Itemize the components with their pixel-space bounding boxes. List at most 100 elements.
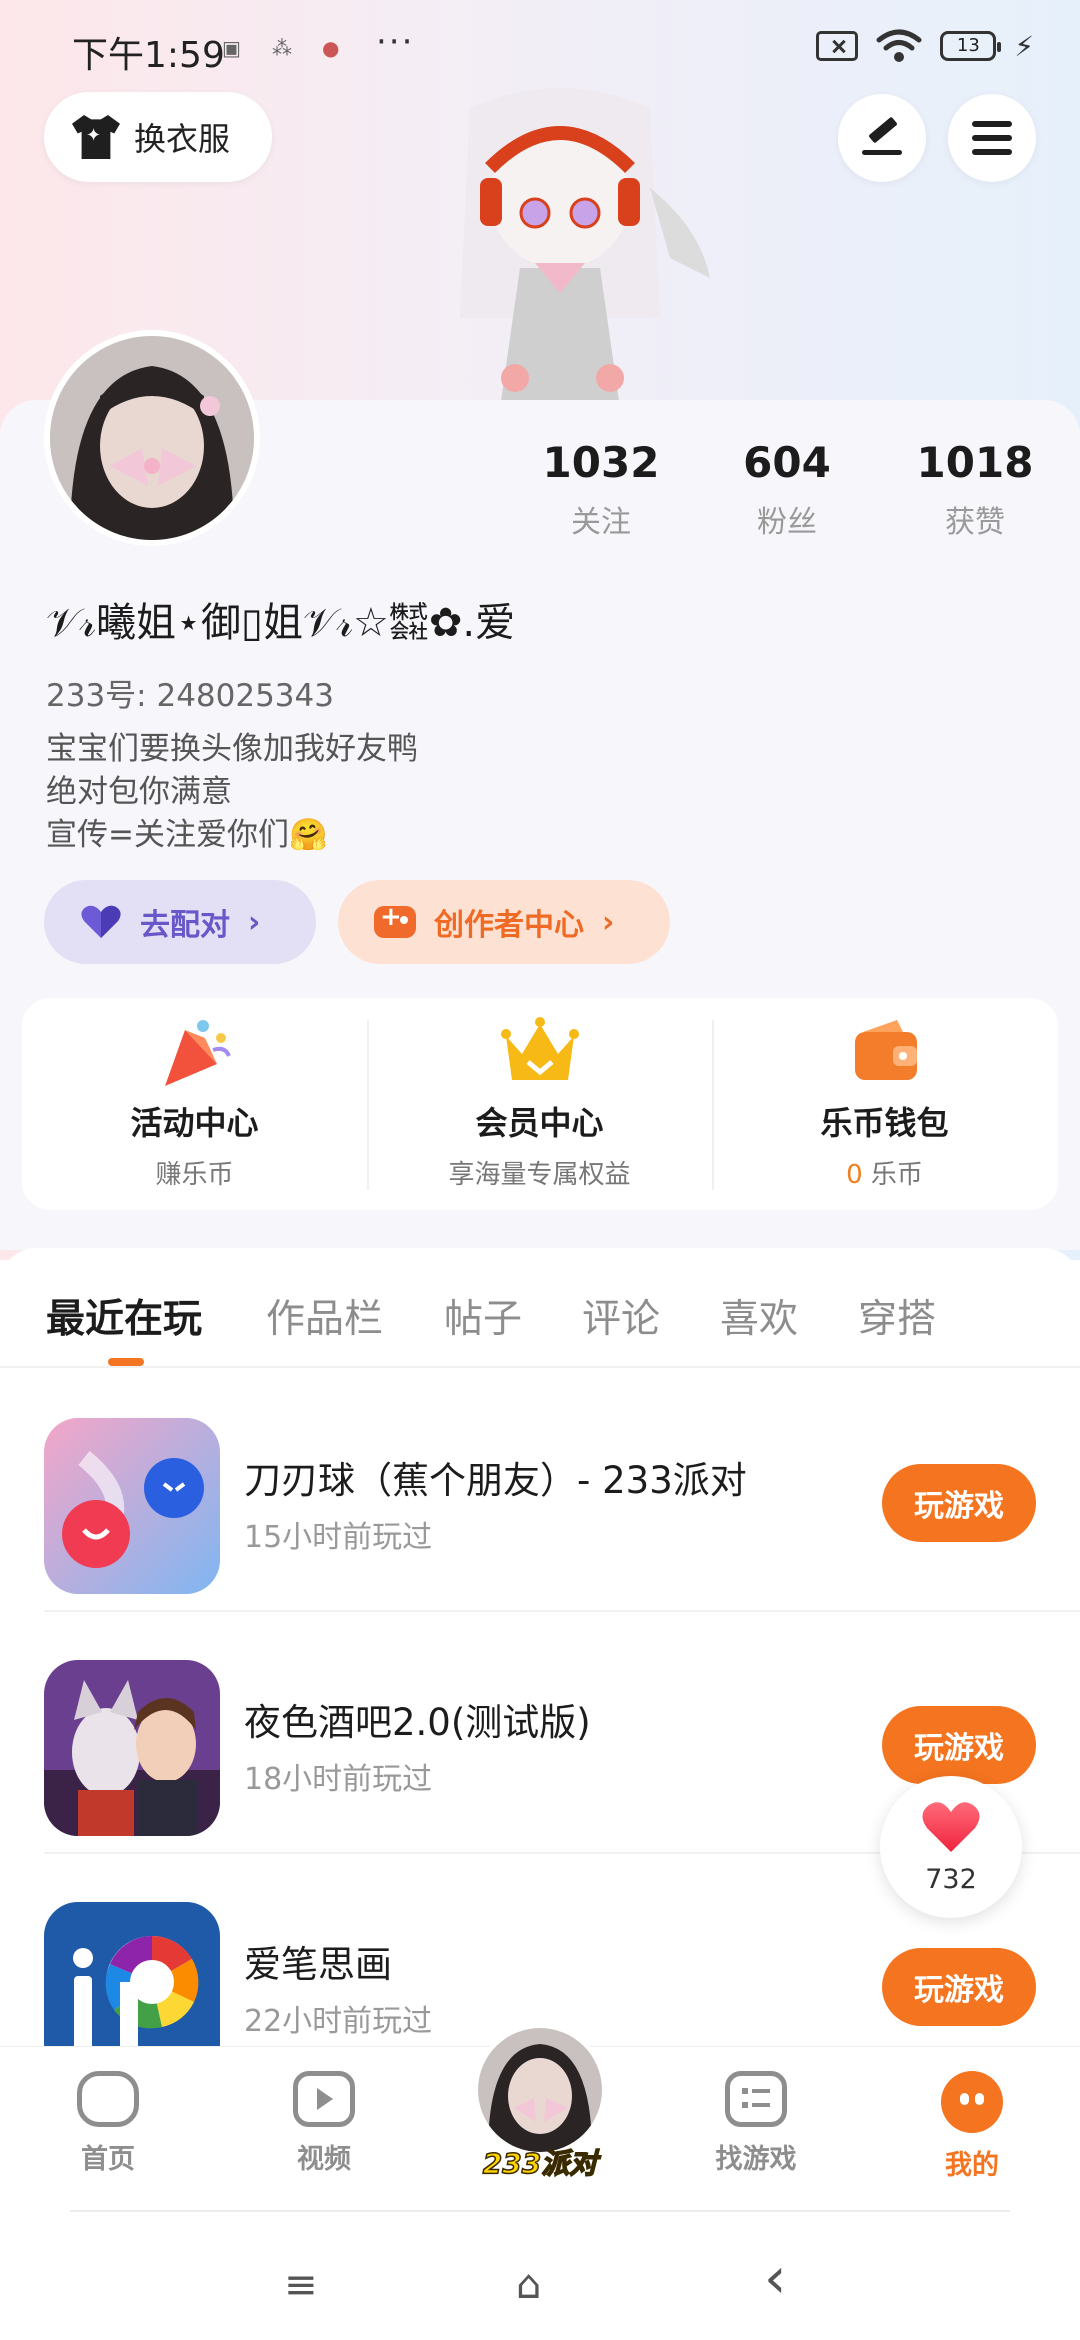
wallet-subtitle: 0 乐币 [712, 1154, 1057, 1191]
activity-center-title: 活动中心 [130, 1104, 259, 1142]
crown-icon [500, 1017, 579, 1080]
system-nav-bar: ≡ ⌂ ‹ [0, 2210, 1080, 2340]
like-count: 732 [925, 1864, 977, 1895]
vip-center-subtitle: 享海量专属权益 [448, 1160, 631, 1190]
nav-party-avatar[interactable] [474, 2024, 606, 2156]
match-button[interactable]: 去配对 › [44, 880, 316, 964]
game-title: 刀刃球（蕉个朋友）- 233派对 [244, 1459, 747, 1502]
play-game-button[interactable]: 玩游戏 [882, 1706, 1036, 1784]
no-sim-icon [816, 31, 859, 61]
likes-stat[interactable]: 1018 获赞 [885, 438, 1065, 541]
party-avatar-image [478, 2028, 602, 2152]
tab-recently-played[interactable]: 最近在玩 [46, 1288, 202, 1344]
user-id: 233号: 248025343 [46, 678, 334, 714]
wallet-icon [854, 1020, 917, 1080]
creator-center-button[interactable]: 创作者中心 › [338, 880, 670, 964]
divider [70, 2210, 1010, 2212]
nav-video-label: 视频 [297, 2144, 351, 2175]
bio-line: 绝对包你满意 [46, 774, 232, 810]
wallet-title: 乐币钱包 [820, 1104, 949, 1142]
menu-button[interactable] [948, 94, 1036, 182]
wifi-icon [876, 29, 922, 62]
recent-apps-icon[interactable]: ≡ [284, 2262, 318, 2308]
game-last-played: 15小时前玩过 [244, 1520, 433, 1555]
game-title: 爱笔思画 [244, 1943, 392, 1986]
nav-party-label: 233派对 [482, 2146, 598, 2181]
home-icon[interactable]: ⌂ [516, 2262, 541, 2308]
list-icon [725, 2071, 787, 2127]
activity-center-card[interactable]: 活动中心 赚乐币 [22, 998, 367, 1210]
nav-me-label: 我的 [945, 2150, 999, 2181]
edit-profile-button[interactable] [838, 94, 926, 182]
coin-unit: 乐币 [870, 1160, 923, 1190]
list-item[interactable]: 刀刃球（蕉个朋友）- 233派对 15小时前玩过 玩游戏 [0, 1370, 1080, 1612]
change-outfit-button[interactable]: 换衣服 [44, 92, 272, 182]
following-count: 1032 [542, 438, 660, 487]
game-icon [44, 1418, 220, 1594]
creator-center-label: 创作者中心 [434, 908, 584, 943]
game-last-played: 22小时前玩过 [244, 2004, 433, 2039]
likes-label: 获赞 [945, 505, 1005, 540]
feature-cards: 活动中心 赚乐币 会员中心 享海量专属权益 乐币钱包 0 乐币 [22, 998, 1058, 1210]
bio: 宝宝们要换头像加我好友鸭 绝对包你满意 宣传=关注爱你们🤗 [46, 728, 418, 857]
bio-line: 宣传=关注爱你们🤗 [46, 817, 328, 853]
tab-works[interactable]: 作品栏 [266, 1288, 383, 1344]
game-icon [44, 1660, 220, 1836]
status-time: 下午1:59 [72, 35, 225, 76]
play-game-button[interactable]: 玩游戏 [882, 1948, 1036, 2026]
heart-icon [922, 1802, 980, 1852]
chevron-right-icon: › [602, 904, 615, 940]
avatar-figure-image [460, 88, 710, 408]
like-button[interactable]: 732 [880, 1776, 1022, 1918]
nav-home[interactable]: 首页 [38, 2071, 178, 2176]
nav-me[interactable]: 我的 [902, 2071, 1042, 2182]
bio-line: 宝宝们要换头像加我好友鸭 [46, 731, 418, 767]
game-title: 夜色酒吧2.0(测试版) [244, 1701, 591, 1744]
following-stat[interactable]: 1032 关注 [511, 438, 691, 541]
activity-center-subtitle: 赚乐币 [155, 1160, 234, 1190]
active-tab-indicator [108, 1358, 144, 1366]
followers-label: 粉丝 [757, 505, 817, 540]
notification-icon: ⁂ [272, 36, 292, 60]
nav-find-games-label: 找游戏 [715, 2144, 797, 2175]
notification-icon: ● [322, 36, 340, 60]
notification-icon: ▣ [222, 36, 241, 60]
tab-outfits[interactable]: 穿搭 [858, 1288, 936, 1344]
play-game-button[interactable]: 玩游戏 [882, 1464, 1036, 1542]
menu-icon [972, 121, 1012, 155]
likes-count: 1018 [916, 438, 1034, 487]
back-icon[interactable]: ‹ [764, 2246, 786, 2311]
wallet-card[interactable]: 乐币钱包 0 乐币 [712, 998, 1057, 1210]
tab-likes[interactable]: 喜欢 [720, 1288, 798, 1344]
nav-find-games[interactable]: 找游戏 [686, 2071, 826, 2176]
coin-balance: 0 [846, 1160, 863, 1190]
avatar-image [50, 336, 254, 540]
match-label: 去配对 [140, 908, 230, 943]
vip-center-card[interactable]: 会员中心 享海量专属权益 [367, 998, 712, 1210]
gamepad-icon [374, 902, 416, 938]
shirt-icon [72, 115, 120, 159]
following-label: 关注 [571, 505, 631, 540]
charging-icon: ⚡ [1014, 29, 1034, 63]
battery-icon: 13 [940, 31, 1002, 61]
heart-icon [81, 905, 121, 938]
vip-center-title: 会员中心 [475, 1104, 604, 1142]
party-popper-icon [164, 1020, 231, 1086]
nickname: 𝒱𝓇曦姐⋆御▯姐𝒱𝓇☆㍿✿.爱 [46, 600, 516, 646]
me-face-icon [941, 2071, 1003, 2133]
more-notifications-icon: ··· [376, 22, 415, 62]
followers-count: 604 [743, 438, 831, 487]
tab-comments[interactable]: 评论 [582, 1288, 660, 1344]
change-outfit-label: 换衣服 [134, 120, 231, 158]
nav-video[interactable]: 视频 [254, 2071, 394, 2176]
pencil-icon [862, 121, 902, 155]
play-icon [293, 2071, 355, 2127]
chevron-right-icon: › [248, 904, 261, 940]
gamepad-icon [77, 2071, 139, 2127]
avatar[interactable] [44, 330, 260, 546]
followers-stat[interactable]: 604 粉丝 [697, 438, 877, 541]
game-last-played: 18小时前玩过 [244, 1762, 433, 1797]
profile-tabs: 最近在玩 作品栏 帖子 评论 喜欢 穿搭 [0, 1248, 1080, 1368]
tab-posts[interactable]: 帖子 [444, 1288, 522, 1344]
nav-home-label: 首页 [81, 2144, 135, 2175]
